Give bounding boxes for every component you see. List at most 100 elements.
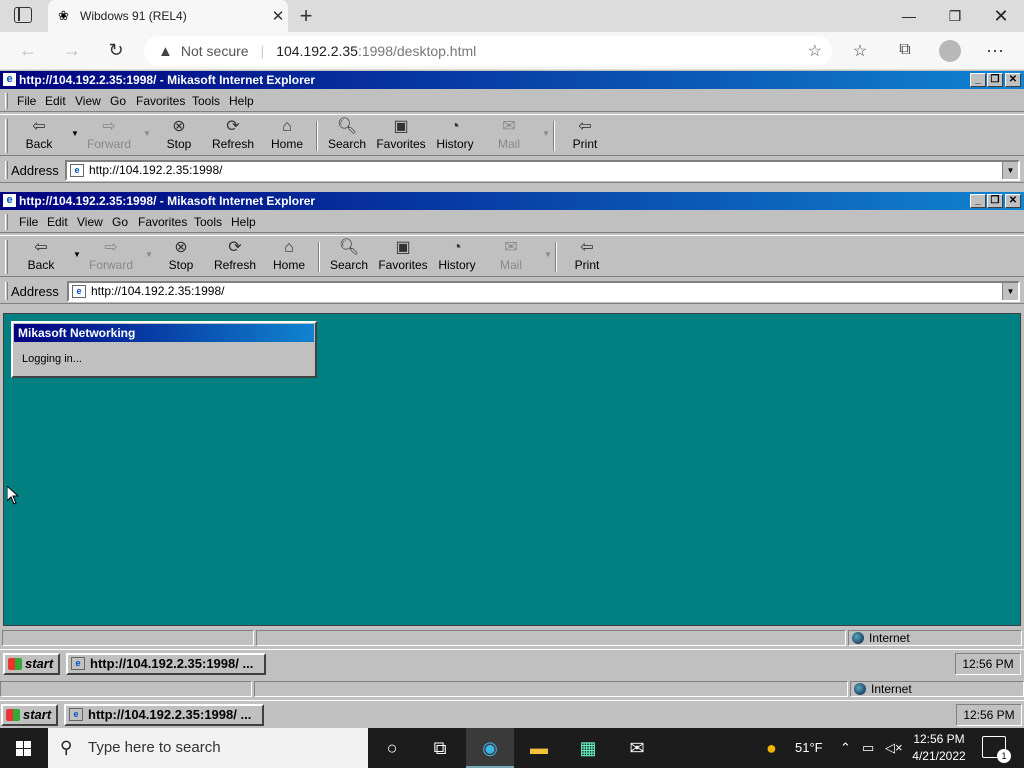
mail-icon: ✉ bbox=[502, 118, 516, 135]
favorites-button[interactable]: ▣ Favorites bbox=[373, 238, 433, 276]
stop-icon: ⊗ bbox=[174, 239, 188, 256]
search-button[interactable]: 🔍︎ Search bbox=[319, 238, 379, 276]
stop-button[interactable]: ⊗ Stop bbox=[151, 238, 211, 276]
weather-icon[interactable]: ● bbox=[766, 728, 777, 768]
menu-tools[interactable]: Tools bbox=[194, 215, 222, 229]
mail-dropdown-icon[interactable]: ▼ bbox=[542, 129, 550, 138]
menu-edit[interactable]: Edit bbox=[45, 94, 66, 108]
forward-icon[interactable]: → bbox=[60, 40, 84, 61]
back-dropdown-icon[interactable]: ▼ bbox=[73, 250, 81, 259]
profile-avatar[interactable] bbox=[939, 40, 961, 62]
ie-inner-minimize-button[interactable]: _ bbox=[970, 194, 986, 208]
tray-chevron-icon[interactable]: ⌃ bbox=[840, 728, 851, 768]
forward-button[interactable]: ⇨ Forward bbox=[79, 117, 139, 155]
menu-view[interactable]: View bbox=[75, 94, 101, 108]
favorites-button[interactable]: ▣ Favorites bbox=[371, 117, 431, 155]
tab-actions-icon[interactable] bbox=[14, 7, 32, 23]
ie-outer-maximize-button[interactable]: ❐ bbox=[987, 73, 1003, 87]
taskbar-search-box[interactable]: ⚲ Type here to search bbox=[48, 728, 368, 768]
stop-button[interactable]: ⊗ Stop bbox=[149, 117, 209, 155]
back-button[interactable]: ⇦ Back bbox=[11, 238, 71, 276]
menu-help[interactable]: Help bbox=[231, 215, 256, 229]
edge-tab-strip: ❀ Wibdows 91 (REL4) ✕ + — ❐ ✕ bbox=[0, 0, 1024, 32]
more-icon[interactable]: ⋯ bbox=[983, 41, 1007, 62]
new-tab-icon[interactable]: + bbox=[294, 3, 318, 29]
address-dropdown-icon[interactable]: ▼ bbox=[1002, 283, 1018, 300]
print-button[interactable]: ⇦ Print bbox=[555, 117, 615, 155]
menu-file[interactable]: File bbox=[17, 94, 36, 108]
browser-tab[interactable]: ❀ Wibdows 91 (REL4) ✕ bbox=[48, 0, 288, 32]
address-label: Address bbox=[11, 163, 59, 178]
address-dropdown-icon[interactable]: ▼ bbox=[1002, 162, 1018, 179]
minimize-button[interactable]: — bbox=[886, 4, 932, 28]
mail-button[interactable]: ✉ Mail bbox=[481, 238, 541, 276]
not-secure-label[interactable]: Not secure bbox=[181, 43, 249, 59]
ie-inner-close-button[interactable]: ✕ bbox=[1005, 194, 1021, 208]
menu-edit[interactable]: Edit bbox=[47, 215, 68, 229]
volume-icon[interactable]: ◁× bbox=[885, 728, 903, 768]
search-icon: 🔍︎ bbox=[336, 118, 358, 135]
edge-taskbar-icon[interactable]: ◉ bbox=[466, 728, 514, 768]
ie-inner-maximize-button[interactable]: ❐ bbox=[987, 194, 1003, 208]
history-icon: ◔ bbox=[450, 118, 460, 135]
back-arrow-icon: ⇦ bbox=[34, 239, 48, 256]
search-button[interactable]: 🔍︎ Search bbox=[317, 117, 377, 155]
windows-flag-icon bbox=[6, 709, 20, 721]
back-button[interactable]: ⇦ Back bbox=[9, 117, 69, 155]
network-icon[interactable]: ▭ bbox=[862, 728, 874, 768]
favorites-icon[interactable]: ☆ bbox=[848, 41, 872, 61]
notification-center-icon[interactable]: 1 bbox=[982, 736, 1011, 763]
menu-favorites[interactable]: Favorites bbox=[136, 94, 185, 108]
maximize-button[interactable]: ❐ bbox=[932, 4, 978, 28]
ie-outer-address-input[interactable]: e http://104.192.2.35:1998/ ▼ bbox=[65, 160, 1020, 181]
url-bar[interactable]: ▲ Not secure | 104.192.2.35:1998/desktop… bbox=[144, 36, 832, 66]
windows-start-button[interactable] bbox=[0, 728, 48, 768]
mail-button[interactable]: ✉ Mail bbox=[479, 117, 539, 155]
home-button[interactable]: ⌂ Home bbox=[259, 238, 319, 276]
menu-file[interactable]: File bbox=[19, 215, 38, 229]
close-tab-icon[interactable]: ✕ bbox=[268, 7, 288, 25]
refresh-button[interactable]: ⟳ Refresh bbox=[205, 238, 265, 276]
ie-inner-statusbar: Internet bbox=[0, 628, 1024, 648]
forward-button[interactable]: ⇨ Forward bbox=[81, 238, 141, 276]
zone-indicator: Internet bbox=[850, 681, 1024, 697]
print-icon: ⇦ bbox=[580, 239, 594, 256]
start-button[interactable]: start bbox=[1, 704, 58, 726]
taskbar-task[interactable]: e http://104.192.2.35:1998/ ... bbox=[64, 704, 264, 726]
taskbar-task[interactable]: e http://104.192.2.35:1998/ ... bbox=[66, 653, 266, 675]
print-icon: ⇦ bbox=[578, 118, 592, 135]
close-window-button[interactable]: ✕ bbox=[978, 4, 1024, 28]
mail-dropdown-icon[interactable]: ▼ bbox=[544, 250, 552, 259]
start-button[interactable]: start bbox=[3, 653, 60, 675]
back-icon[interactable]: ← bbox=[16, 40, 40, 61]
ie-inner-address-input[interactable]: e http://104.192.2.35:1998/ ▼ bbox=[67, 281, 1020, 302]
mail-app-icon[interactable]: ✉ bbox=[613, 728, 661, 768]
menu-tools[interactable]: Tools bbox=[192, 94, 220, 108]
win98-taskbar-inner: start e http://104.192.2.35:1998/ ... 12:… bbox=[0, 649, 1024, 677]
print-button[interactable]: ⇦ Print bbox=[557, 238, 617, 276]
back-dropdown-icon[interactable]: ▼ bbox=[71, 129, 79, 138]
menu-view[interactable]: View bbox=[77, 215, 103, 229]
cortana-icon[interactable]: ○ bbox=[368, 728, 416, 768]
networking-dialog: Mikasoft Networking Logging in... bbox=[11, 321, 317, 378]
weather-temp[interactable]: 51°F bbox=[795, 728, 823, 768]
menu-go[interactable]: Go bbox=[110, 94, 126, 108]
menu-go[interactable]: Go bbox=[112, 215, 128, 229]
home-button[interactable]: ⌂ Home bbox=[257, 117, 317, 155]
ie-icon: e bbox=[3, 194, 16, 207]
task-view-icon[interactable]: ⧉ bbox=[416, 728, 464, 768]
ie-outer-close-button[interactable]: ✕ bbox=[1005, 73, 1021, 87]
history-button[interactable]: ◔ History bbox=[425, 117, 485, 155]
add-favorite-icon[interactable]: ☆ bbox=[808, 41, 822, 61]
ie-outer-minimize-button[interactable]: _ bbox=[970, 73, 986, 87]
system-clock[interactable]: 12:56 PM 4/21/2022 bbox=[906, 731, 972, 765]
mail-icon: ✉ bbox=[504, 239, 518, 256]
store-icon[interactable]: ▦ bbox=[564, 728, 612, 768]
collections-icon[interactable]: ⧉ bbox=[893, 41, 917, 59]
menu-help[interactable]: Help bbox=[229, 94, 254, 108]
refresh-button[interactable]: ⟳ Refresh bbox=[203, 117, 263, 155]
file-explorer-icon[interactable]: ▬ bbox=[515, 728, 563, 768]
refresh-icon[interactable]: ↻ bbox=[104, 40, 128, 61]
history-button[interactable]: ◔ History bbox=[427, 238, 487, 276]
menu-favorites[interactable]: Favorites bbox=[138, 215, 187, 229]
